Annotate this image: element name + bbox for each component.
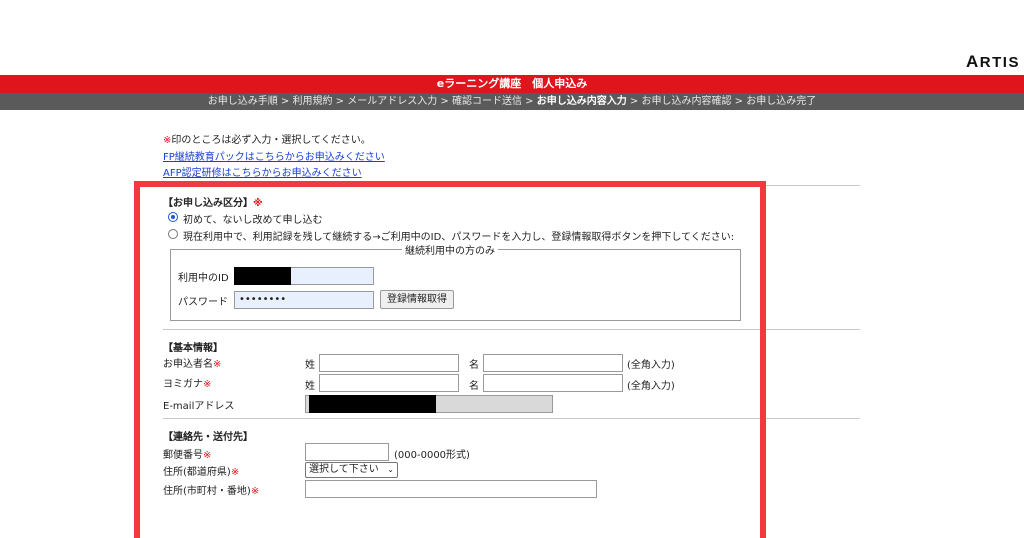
step-separator: > <box>277 96 293 107</box>
artis-logo: ARTIS <box>966 52 1020 71</box>
fp-pack-link[interactable]: FP継続教育パックはこちらからお申込みください <box>163 148 385 163</box>
step-separator: > <box>522 96 537 107</box>
step-item: お申し込み内容入力 <box>536 96 627 107</box>
step-separator: > <box>626 96 642 107</box>
afp-training-link[interactable]: AFP認定研修はこちらからお申込みください <box>163 164 362 179</box>
step-item: お申し込み完了 <box>746 96 817 107</box>
step-separator: > <box>731 96 747 107</box>
page-title-bar: eラーニング講座 個人申込み <box>0 75 1024 93</box>
step-item: お申し込み内容確認 <box>641 96 732 107</box>
step-item: お申し込み手順 <box>207 96 278 107</box>
step-separator: > <box>437 96 452 107</box>
step-separator: > <box>332 96 348 107</box>
required-note: ※印のところは必ず入力・選択してください。 <box>163 135 371 146</box>
step-item: メールアドレス入力 <box>347 96 438 107</box>
highlight-frame <box>134 181 766 538</box>
step-item: 利用規約 <box>292 96 333 107</box>
steps-breadcrumb: お申し込み手順 > 利用規約 > メールアドレス入力 > 確認コード送信 > お… <box>0 93 1024 110</box>
step-item: 確認コード送信 <box>452 96 522 107</box>
